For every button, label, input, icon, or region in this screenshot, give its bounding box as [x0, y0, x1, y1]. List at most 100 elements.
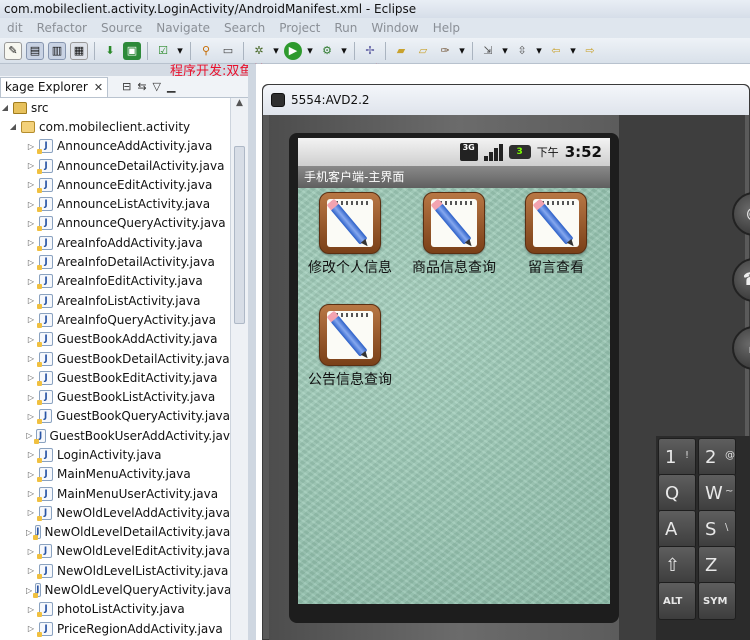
open-type-icon[interactable]: ⚲ — [197, 42, 215, 60]
tree-row-java[interactable]: ▷ JphotoListActivity.java — [0, 600, 230, 619]
expand-arrow-icon[interactable]: ▷ — [26, 200, 36, 209]
expand-arrow-icon[interactable]: ▷ — [26, 161, 36, 170]
forward-icon[interactable]: ⇨ — [581, 42, 599, 60]
key-q[interactable]: Q — [658, 474, 696, 512]
menu-run[interactable]: Run — [327, 21, 364, 35]
tree-row-java[interactable]: ▷ J AnnounceQueryActivity.java — [0, 214, 230, 233]
shift-key-icon[interactable]: ⇧ — [658, 546, 696, 584]
key-a[interactable]: A — [658, 510, 696, 548]
key-s[interactable]: S \ — [698, 510, 736, 548]
tree-row-java[interactable]: ▷ J NewOldLevelListActivity.java — [0, 561, 230, 580]
expand-arrow-icon[interactable]: ▷ — [26, 180, 36, 189]
expand-arrow-icon[interactable]: ▷ — [26, 431, 33, 440]
alt-key[interactable]: ALT — [658, 582, 696, 620]
tree-row-java[interactable]: ▷ J AnnounceAddActivity.java — [0, 137, 230, 156]
app-product-query[interactable]: 商品信息查询 — [402, 188, 506, 277]
expand-arrow-icon[interactable]: ▷ — [26, 296, 36, 305]
expand-arrow-icon[interactable]: ▷ — [26, 470, 36, 479]
menu-project[interactable]: Project — [272, 21, 327, 35]
menu-navigate[interactable]: Navigate — [149, 21, 217, 35]
save-all-icon[interactable]: ▥ — [48, 41, 66, 60]
package-explorer-scrollbar[interactable]: ▲ — [230, 98, 248, 640]
expand-arrow-icon[interactable]: ▷ — [26, 566, 36, 575]
expand-arrow-icon[interactable]: ▷ — [26, 238, 36, 247]
dropdown-arrow-icon[interactable]: ▾ — [306, 42, 314, 60]
folder-icon[interactable]: ▱ — [414, 42, 432, 60]
dropdown-arrow-icon[interactable]: ▾ — [176, 42, 184, 60]
back-icon[interactable]: ⇦ — [547, 42, 565, 60]
dropdown-arrow-icon[interactable]: ▾ — [501, 42, 509, 60]
tree-row-java[interactable]: ▷ J AnnounceDetailActivity.java — [0, 156, 230, 175]
expand-arrow-icon[interactable]: ▷ — [26, 508, 36, 517]
notepad-pencil-icon[interactable] — [319, 192, 381, 254]
import-icon[interactable]: ⬇ — [101, 42, 119, 60]
expand-arrow-icon[interactable]: ▷ — [26, 547, 36, 556]
menu-refactor[interactable]: Refactor — [30, 21, 94, 35]
collapse-all-icon[interactable]: ⊟ — [122, 80, 131, 93]
tree-row-java[interactable]: ▷ J AnnounceEditActivity.java — [0, 175, 230, 194]
scrollbar-thumb[interactable] — [234, 146, 245, 324]
open-resource-icon[interactable]: ▭ — [219, 42, 237, 60]
app-edit-profile[interactable]: 修改个人信息 — [298, 188, 402, 277]
run-icon[interactable]: ▶ — [284, 41, 302, 60]
tree-row-java[interactable]: ▷ J AreaInfoEditActivity.java — [0, 272, 230, 291]
tree-row-src[interactable]: ◢ src — [0, 98, 230, 117]
notepad-pencil-icon[interactable] — [525, 192, 587, 254]
tree-row-java[interactable]: ▷ J AreaInfoDetailActivity.java — [0, 252, 230, 271]
save-icon[interactable]: ▤ — [26, 41, 44, 60]
expand-arrow-icon[interactable]: ▷ — [26, 412, 36, 421]
pane-divider[interactable] — [248, 64, 256, 640]
tree-row-java[interactable]: ▷ J NewOldLevelDetailActivity.java — [0, 523, 230, 542]
expand-arrow-icon[interactable]: ▷ — [26, 528, 32, 537]
dropdown-arrow-icon[interactable]: ▾ — [458, 42, 466, 60]
external-tools-icon[interactable]: ⚙ — [318, 42, 336, 60]
tree-row-java[interactable]: ▷ J GuestBookEditActivity.java — [0, 368, 230, 387]
expand-arrow-icon[interactable]: ▷ — [26, 258, 36, 267]
app-view-messages[interactable]: 留言查看 — [504, 188, 608, 277]
expand-arrow-icon[interactable]: ▷ — [26, 219, 36, 228]
collapse-arrow-icon[interactable]: ◢ — [0, 103, 10, 112]
annotation-icon[interactable]: ⇲ — [479, 42, 497, 60]
new-icon[interactable]: ✎ — [4, 41, 22, 60]
menu-search[interactable]: Search — [217, 21, 272, 35]
dropdown-arrow-icon[interactable]: ▾ — [340, 42, 348, 60]
scroll-up-arrow-icon[interactable]: ▲ — [231, 98, 248, 114]
tree-row-java[interactable]: ▷ J MainMenuUserActivity.java — [0, 484, 230, 503]
sym-key[interactable]: SYM — [698, 582, 736, 620]
minimize-icon[interactable]: ▁ — [167, 80, 175, 93]
key-z[interactable]: Z — [698, 546, 736, 584]
dropdown-arrow-icon[interactable]: ▾ — [535, 42, 543, 60]
tree-row-java[interactable]: ▷ J GuestBookAddActivity.java — [0, 330, 230, 349]
folder-open-icon[interactable]: ▰ — [392, 42, 410, 60]
print-icon[interactable]: ▦ — [70, 41, 88, 60]
emulator-titlebar[interactable]: 5554:AVD2.2 — [263, 85, 749, 115]
expand-arrow-icon[interactable]: ▷ — [26, 624, 36, 633]
debug-icon[interactable]: ✲ — [250, 42, 268, 60]
tree-row-java[interactable]: ▷ J AreaInfoAddActivity.java — [0, 233, 230, 252]
device-icon[interactable]: ▣ — [123, 41, 141, 60]
expand-arrow-icon[interactable]: ▷ — [26, 277, 36, 286]
expand-arrow-icon[interactable]: ▷ — [26, 335, 36, 344]
tree-row-java[interactable]: ▷ J GuestBookQueryActivity.java — [0, 407, 230, 426]
menu-help[interactable]: Help — [426, 21, 467, 35]
expand-arrow-icon[interactable]: ▷ — [26, 605, 36, 614]
key-1[interactable]: 1! — [658, 438, 696, 476]
menu-source[interactable]: Source — [94, 21, 149, 35]
key-2[interactable]: 2 @ — [698, 438, 736, 476]
task-icon[interactable]: ☑ — [154, 42, 172, 60]
expand-arrow-icon[interactable]: ▷ — [26, 373, 36, 382]
expand-arrow-icon[interactable]: ▷ — [26, 393, 36, 402]
wand-icon[interactable]: ✑ — [436, 42, 454, 60]
expand-arrow-icon[interactable]: ▷ — [26, 450, 36, 459]
close-icon[interactable]: ✕ — [94, 78, 103, 97]
tree-row-java[interactable]: ▷ J NewOldLevelAddActivity.java — [0, 503, 230, 522]
tree-row-java[interactable]: ▷ J NewOldLevelQueryActivity.java — [0, 580, 230, 599]
dropdown-arrow-icon[interactable]: ▾ — [272, 42, 280, 60]
dropdown-arrow-icon[interactable]: ▾ — [569, 42, 577, 60]
notepad-pencil-icon[interactable] — [319, 304, 381, 366]
tree-row-package[interactable]: ◢ com.mobileclient.activity — [0, 117, 230, 136]
expand-arrow-icon[interactable]: ▷ — [26, 489, 36, 498]
tree-row-java[interactable]: ▷ J GuestBookDetailActivity.java — [0, 349, 230, 368]
package-explorer-tab[interactable]: kage Explorer ✕ — [0, 76, 109, 97]
key-w[interactable]: W ~ — [698, 474, 736, 512]
